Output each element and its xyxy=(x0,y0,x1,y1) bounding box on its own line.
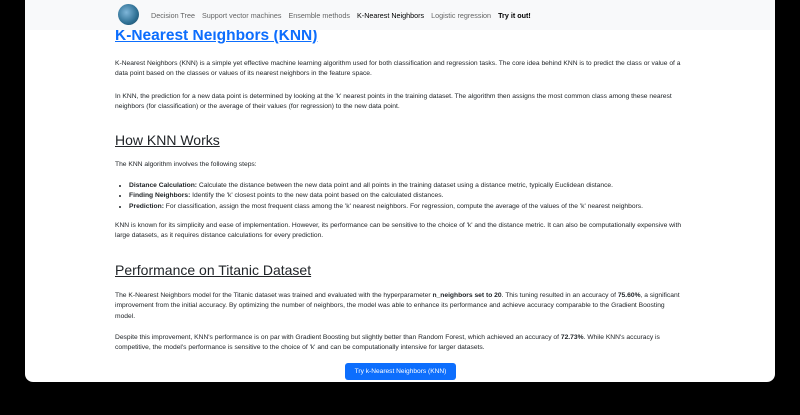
how-intro: The KNN algorithm involves the following… xyxy=(115,161,257,168)
list-item: Prediction: For classification, assign t… xyxy=(129,202,685,212)
perf2-text-a: Despite this improvement, KNN's performa… xyxy=(115,334,561,341)
intro-paragraph-2: In KNN, the prediction for a new data po… xyxy=(115,93,672,111)
how-outro: KNN is known for its simplicity and ease… xyxy=(115,222,682,240)
nav-logistic-regression[interactable]: Logistic regression xyxy=(431,11,491,20)
step-text: For classification, assign the most freq… xyxy=(163,202,643,210)
perf1-text-a: The K-Nearest Neighbors model for the Ti… xyxy=(115,292,433,299)
perf2-accuracy: 72.73% xyxy=(560,334,584,341)
steps-list: Distance Calculation: Calculate the dist… xyxy=(115,181,685,212)
perf1-hyperparameter: n_neighbors set to 20 xyxy=(432,292,502,299)
perf1-accuracy: 75.60% xyxy=(617,292,641,299)
performance-paragraph-1: The K-Nearest Neighbors model for the Ti… xyxy=(115,291,685,322)
list-item: Finding Neighbors: Identify the 'k' clos… xyxy=(129,191,685,201)
section-title-performance: Performance on Titanic Dataset xyxy=(115,262,312,278)
nav-svm[interactable]: Support vector machines xyxy=(202,11,282,20)
nav-links: Decision Tree Support vector machines En… xyxy=(151,0,531,30)
perf1-text-c: . This tuning resulted in an accuracy of xyxy=(501,292,618,299)
browser-window: Decision Tree Support vector machines En… xyxy=(25,0,775,382)
performance-paragraph-2: Despite this improvement, KNN's performa… xyxy=(115,333,685,354)
nav-try-it-out[interactable]: Try it out! xyxy=(498,11,531,20)
nav-knn[interactable]: K-Nearest Neighbors xyxy=(357,11,424,20)
site-logo-icon[interactable] xyxy=(118,4,139,25)
step-label: Prediction: xyxy=(129,202,164,210)
nav-ensemble[interactable]: Ensemble methods xyxy=(288,11,350,20)
section-title-how: How KNN Works xyxy=(115,132,220,148)
list-item: Distance Calculation: Calculate the dist… xyxy=(129,181,685,191)
nav-decision-tree[interactable]: Decision Tree xyxy=(151,11,195,20)
step-label: Distance Calculation: xyxy=(129,182,198,189)
step-label: Finding Neighbors: xyxy=(129,192,191,200)
try-knn-button[interactable]: Try k-Nearest Neighbors (KNN) xyxy=(345,363,456,380)
step-text: Identify the 'k' closest points to the n… xyxy=(190,192,444,200)
step-text: Calculate the distance between the new d… xyxy=(197,182,614,189)
intro-paragraph-1: K-Nearest Neighbors (KNN) is a simple ye… xyxy=(115,60,681,78)
navbar: Decision Tree Support vector machines En… xyxy=(25,0,775,30)
